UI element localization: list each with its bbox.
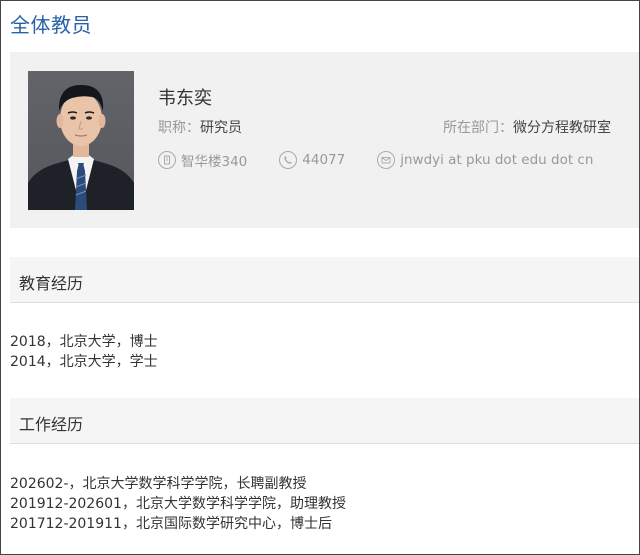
education-header: 教育经历 [10,257,639,303]
phone-text: 44077 [302,152,346,168]
list-item: 201712-201911，北京国际数学研究中心，博士后 [10,516,332,532]
profile-photo [28,71,134,210]
contact-row: 智华楼340 44077 jnwdyi at pku dot edu dot c… [158,150,593,170]
email-item: jnwdyi at pku dot edu dot cn [377,151,593,169]
office-text: 智华楼340 [181,154,248,170]
teacher-name: 韦东奕 [158,88,212,109]
list-item: 2014，北京大学，学士 [10,354,158,370]
profile-card: 韦东奕 职称：研究员 所在部门：微分方程教研室 智华楼340 44077 jnw… [10,52,639,228]
email-text: jnwdyi at pku dot edu dot cn [400,152,594,168]
title-row: 职称：研究员 [158,117,242,137]
work-list: 202602-，北京大学数学科学学院，长聘副教授 201912-202601，北… [10,474,346,534]
department-value: 微分方程教研室 [513,120,611,136]
education-list: 2018，北京大学，博士 2014，北京大学，学士 [10,332,158,372]
phone-icon [279,151,298,169]
page-title: 全体教员 [10,13,92,37]
office-item: 智华楼340 [158,150,247,170]
phone-item: 44077 [279,151,345,169]
department-row: 所在部门：微分方程教研室 [443,117,611,137]
mail-icon [377,151,396,169]
list-item: 2018，北京大学，博士 [10,334,158,350]
department-label: 所在部门： [443,120,513,136]
title-label: 职称： [158,120,200,136]
title-value: 研究员 [200,120,242,136]
building-icon [158,151,176,169]
work-header: 工作经历 [10,398,639,444]
education-heading: 教育经历 [19,274,84,293]
work-heading: 工作经历 [19,415,84,434]
list-item: 201912-202601，北京大学数学科学学院，助理教授 [10,496,346,512]
list-item: 202602-，北京大学数学科学学院，长聘副教授 [10,476,307,492]
